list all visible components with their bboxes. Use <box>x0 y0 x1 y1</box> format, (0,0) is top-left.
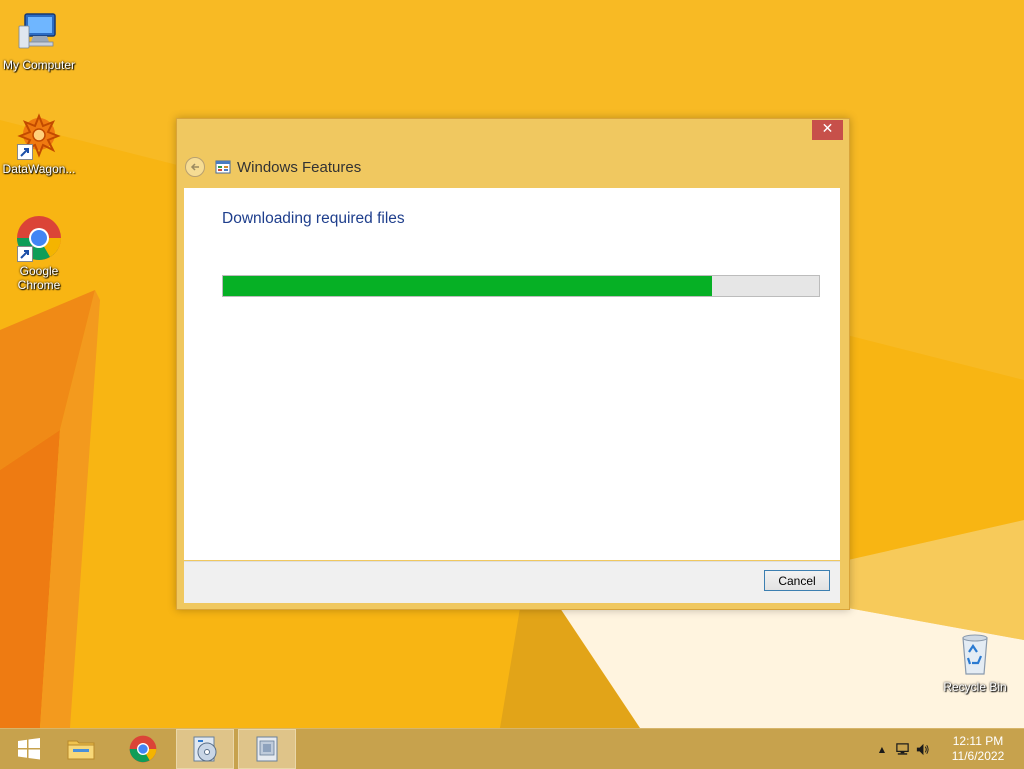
windows-features-icon <box>215 160 231 174</box>
taskbar-windows-features[interactable] <box>238 729 296 769</box>
shortcut-arrow-icon <box>17 144 33 160</box>
back-arrow-icon <box>190 163 199 171</box>
folder-icon <box>67 740 95 760</box>
status-heading: Downloading required files <box>222 210 405 227</box>
taskbar-google-chrome[interactable] <box>114 729 172 769</box>
dialog-footer: Cancel <box>184 561 840 603</box>
taskbar-setup-disc[interactable] <box>176 729 234 769</box>
desktop-icon-datawagon[interactable]: DataWagon... <box>0 112 81 176</box>
progress-fill <box>223 276 712 296</box>
chrome-icon <box>129 735 157 763</box>
desktop-icon-label: Google Chrome <box>17 264 61 292</box>
cancel-button[interactable]: Cancel <box>764 570 830 591</box>
desktop-icon-label: Recycle Bin <box>943 680 1007 694</box>
show-hidden-icons-button[interactable]: ▲ <box>872 739 892 759</box>
back-button[interactable] <box>185 157 205 177</box>
clock-date: 11/6/2022 <box>951 749 1005 763</box>
datawagon-icon <box>15 112 63 160</box>
dialog-title: Windows Features <box>237 158 362 176</box>
windows-features-icon <box>256 736 278 762</box>
chrome-icon <box>15 214 63 262</box>
network-icon[interactable] <box>892 739 912 759</box>
clock-time: 12:11 PM <box>952 734 1004 748</box>
setup-disc-icon <box>193 736 217 762</box>
recycle-bin-icon <box>951 630 999 678</box>
taskbar: ▲ 12:11 PM 11/6/2022 <box>0 728 1024 769</box>
title-bar: Windows Features <box>185 155 361 179</box>
desktop-icon-label: My Computer <box>2 58 76 72</box>
chevron-up-icon: ▲ <box>878 744 886 754</box>
close-button[interactable]: ✕ <box>812 120 843 140</box>
start-button[interactable] <box>0 729 58 769</box>
clock[interactable]: 12:11 PM 11/6/2022 <box>932 734 1024 764</box>
system-tray: ▲ 12:11 PM 11/6/2022 <box>872 729 1024 769</box>
taskbar-file-explorer[interactable] <box>52 729 110 769</box>
windows-features-dialog: ✕ Windows Features Downloading required … <box>176 118 850 610</box>
volume-icon[interactable] <box>912 739 932 759</box>
download-progress-bar <box>222 275 820 297</box>
dialog-content: Downloading required files <box>184 188 840 560</box>
windows-logo-icon <box>18 738 40 760</box>
desktop-icon-recycle-bin[interactable]: Recycle Bin <box>933 630 1017 694</box>
shortcut-arrow-icon <box>17 246 33 262</box>
desktop-icon-my-computer[interactable]: My Computer <box>0 8 81 72</box>
desktop-icon-google-chrome[interactable]: Google Chrome <box>0 214 81 292</box>
desktop-icon-label: DataWagon... <box>2 162 76 176</box>
computer-icon <box>15 8 63 56</box>
